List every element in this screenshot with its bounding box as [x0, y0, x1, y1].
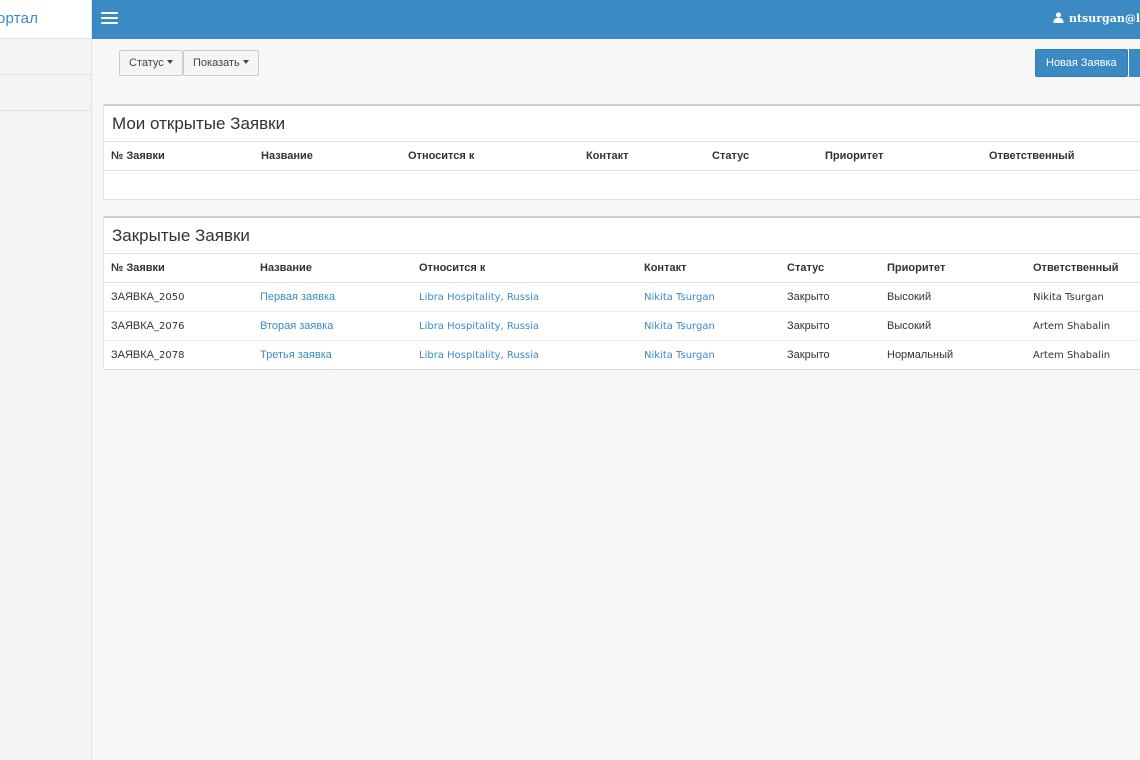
column-header[interactable]: Ответственный	[982, 142, 1140, 171]
column-header[interactable]: Приоритет	[818, 142, 982, 171]
table-row[interactable]: ЗАЯВКА_2078 Третья заявка Libra Hospital…	[104, 340, 1140, 369]
caret-down-icon	[242, 60, 249, 64]
open-tickets-table: № Заявки Название Относится к Контакт Ст…	[104, 142, 1140, 171]
column-header[interactable]: Название	[254, 142, 401, 171]
column-header[interactable]: Ответственный	[1026, 254, 1140, 283]
sidebar-item[interactable]	[0, 75, 91, 111]
brand[interactable]: ортал	[0, 0, 91, 39]
related-link[interactable]: Libra Hospitality, Russia	[412, 340, 637, 369]
ticket-priority: Нормальный	[887, 348, 954, 361]
column-header[interactable]: Относится к	[412, 254, 637, 283]
ticket-id: ЗАЯВКА_2078	[111, 348, 185, 361]
ticket-priority: Высокий	[880, 282, 1026, 312]
ticket-priority: Высокий	[880, 311, 1026, 341]
ticket-name-link[interactable]: Третья заявка	[253, 340, 412, 369]
related-link[interactable]: Libra Hospitality, Russia	[412, 282, 637, 312]
table-row[interactable]: ЗАЯВКА_2076 Вторая заявка Libra Hospital…	[104, 311, 1140, 341]
ticket-owner: Artem Shabalin	[1026, 311, 1140, 341]
new-ticket-button[interactable]: Новая Заявка	[1035, 49, 1128, 77]
empty-table-body	[104, 171, 1140, 199]
column-header[interactable]: № Заявки	[104, 254, 253, 283]
ticket-id: ЗАЯВКА_2050	[104, 282, 253, 312]
extra-button[interactable]	[1129, 49, 1140, 77]
ticket-name-link[interactable]: Вторая заявка	[253, 311, 412, 341]
contact-link[interactable]: Nikita Tsurgan	[637, 311, 780, 341]
closed-tickets-table: № Заявки Название Относится к Контакт Ст…	[104, 254, 1140, 369]
table-header-row: № Заявки Название Относится к Контакт Ст…	[104, 142, 1140, 171]
hamburger-icon[interactable]	[101, 12, 118, 26]
status-filter-button[interactable]: Статус	[119, 50, 183, 76]
column-header[interactable]: Статус	[705, 142, 818, 171]
ticket-status: Закрыто	[780, 311, 880, 341]
table-row[interactable]: ЗАЯВКА_2050 Первая заявка Libra Hospital…	[104, 282, 1140, 312]
column-header[interactable]: Статус	[780, 254, 880, 283]
related-link[interactable]: Libra Hospitality, Russia	[412, 311, 637, 341]
ticket-name-link[interactable]: Первая заявка	[253, 282, 412, 312]
open-tickets-panel: Мои открытые Заявки № Заявки Название От…	[103, 104, 1140, 200]
user-icon	[1053, 12, 1064, 23]
open-tickets-title: Мои открытые Заявки	[104, 106, 1140, 142]
ticket-status: Закрыто	[787, 348, 830, 361]
contact-link[interactable]: Nikita Tsurgan	[637, 282, 780, 312]
sidebar: ортал	[0, 0, 92, 760]
column-header[interactable]: Относится к	[401, 142, 579, 171]
ticket-owner: Artem Shabalin	[1033, 349, 1111, 361]
show-filter-button[interactable]: Показать	[183, 50, 259, 76]
show-filter-label: Показать	[193, 57, 240, 69]
user-name: ntsurgan@l	[1068, 12, 1140, 25]
sidebar-item[interactable]	[0, 39, 91, 75]
closed-tickets-panel: Закрытые Заявки № Заявки Название Относи…	[103, 216, 1140, 370]
status-filter-label: Статус	[129, 57, 164, 69]
column-header[interactable]: Контакт	[579, 142, 705, 171]
ticket-owner: Nikita Tsurgan	[1026, 282, 1140, 312]
user-menu[interactable]: ntsurgan@l	[1053, 12, 1140, 25]
column-header[interactable]: Приоритет	[880, 254, 1026, 283]
column-header[interactable]: № Заявки	[104, 142, 254, 171]
table-header-row: № Заявки Название Относится к Контакт Ст…	[104, 254, 1140, 283]
closed-tickets-title: Закрытые Заявки	[104, 218, 1140, 254]
contact-link[interactable]: Nikita Tsurgan	[637, 340, 780, 369]
ticket-id: ЗАЯВКА_2076	[104, 311, 253, 341]
column-header[interactable]: Контакт	[637, 254, 780, 283]
ticket-status: Закрыто	[780, 282, 880, 312]
brand-title[interactable]: ортал	[0, 10, 38, 27]
topbar: ntsurgan@l	[92, 0, 1140, 39]
caret-down-icon	[166, 60, 173, 64]
column-header[interactable]: Название	[253, 254, 412, 283]
